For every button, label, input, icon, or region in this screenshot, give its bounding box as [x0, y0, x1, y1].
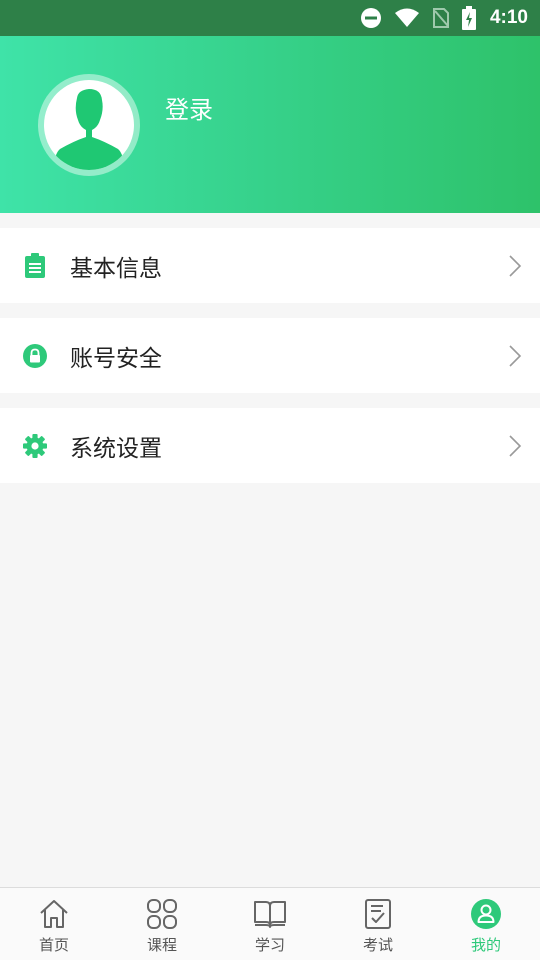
- tab-mine[interactable]: 我的: [432, 888, 540, 960]
- tab-label: 学习: [254, 936, 285, 954]
- exam-icon: [364, 897, 392, 931]
- battery-charging-icon: [461, 6, 476, 30]
- tab-label: 课程: [146, 936, 177, 954]
- profile-icon: [470, 897, 502, 931]
- chevron-right-icon: [490, 344, 540, 368]
- menu-label: 系统设置: [70, 435, 162, 462]
- menu-label: 账号安全: [70, 345, 162, 372]
- grid-icon: [146, 897, 178, 931]
- chevron-right-icon: [490, 254, 540, 278]
- tab-label: 考试: [362, 936, 393, 954]
- tab-courses[interactable]: 课程: [108, 888, 216, 960]
- tab-label: 我的: [470, 936, 501, 954]
- person-silhouette-icon: [54, 89, 124, 170]
- menu-item-account-security[interactable]: 账号安全: [0, 318, 540, 393]
- status-time: 4:10: [489, 7, 528, 28]
- bottom-tab-bar: 首页 课程 学习 考试 我的: [0, 887, 540, 960]
- clipboard-icon: [0, 252, 70, 279]
- wifi-icon: [394, 8, 420, 28]
- tab-label: 首页: [38, 936, 69, 954]
- no-sim-icon: [432, 7, 450, 29]
- menu-label: 基本信息: [70, 255, 162, 282]
- do-not-disturb-icon: [360, 7, 382, 29]
- lock-icon: [0, 343, 70, 368]
- status-bar: 4:10: [0, 0, 540, 36]
- chevron-right-icon: [490, 434, 540, 458]
- avatar[interactable]: [38, 74, 140, 176]
- login-link[interactable]: 登录: [165, 90, 213, 125]
- gear-icon: [0, 433, 70, 459]
- profile-header: 登录: [0, 36, 540, 213]
- tab-study[interactable]: 学习: [216, 888, 324, 960]
- menu-item-system-settings[interactable]: 系统设置: [0, 408, 540, 483]
- menu-item-basic-info[interactable]: 基本信息: [0, 228, 540, 303]
- tab-exam[interactable]: 考试: [324, 888, 432, 960]
- tab-home[interactable]: 首页: [0, 888, 108, 960]
- book-icon: [253, 897, 287, 931]
- home-icon: [38, 897, 70, 931]
